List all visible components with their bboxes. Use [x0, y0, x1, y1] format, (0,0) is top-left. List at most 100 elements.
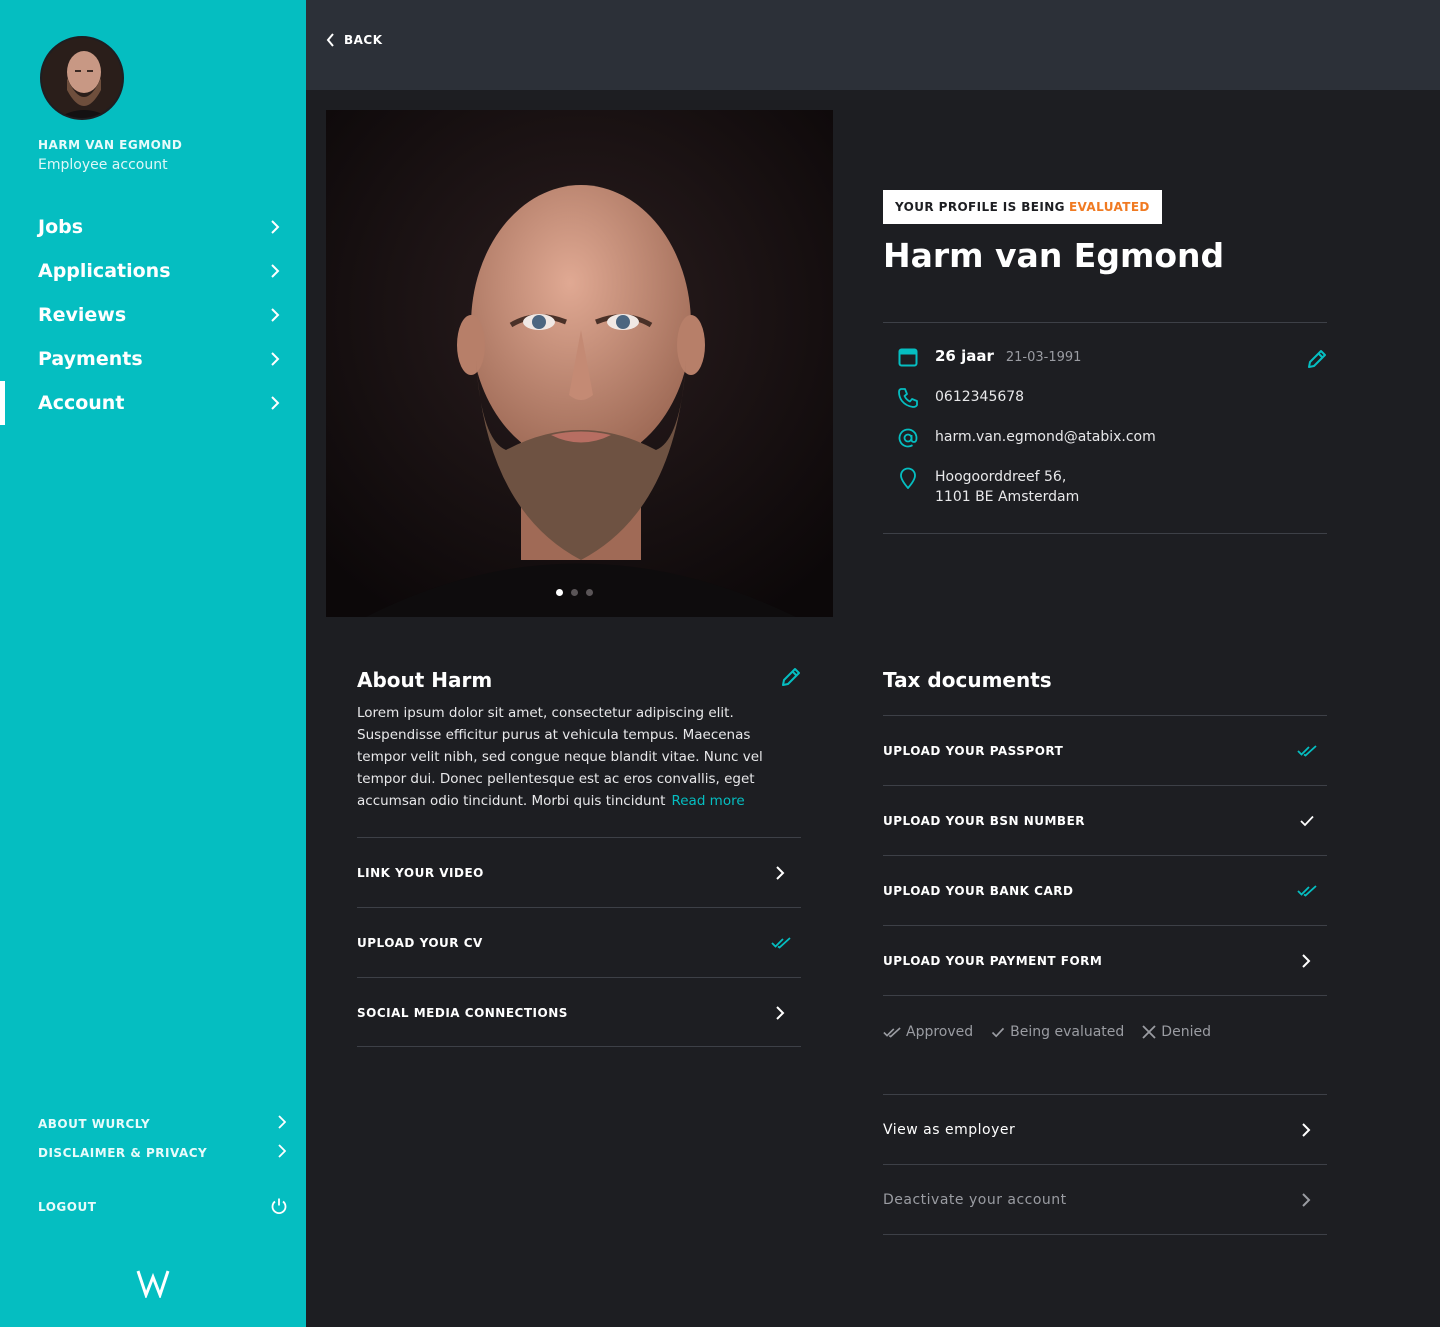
legend-evaluating-label: Being evaluated [1010, 1024, 1125, 1040]
deactivate-account-label: Deactivate your account [883, 1192, 1067, 1208]
profile-photo-carousel[interactable] [326, 110, 833, 617]
row-label: UPLOAD YOUR PAYMENT FORM [883, 954, 1103, 968]
carousel-dot[interactable] [586, 589, 593, 596]
chevron-right-icon [271, 396, 280, 410]
divider [883, 995, 1327, 996]
sidebar-item-jobs[interactable]: Jobs [0, 205, 306, 249]
sidebar: HARM VAN EGMOND Employee account Jobs Ap… [0, 0, 306, 1327]
back-button[interactable]: BACK [326, 33, 383, 47]
close-icon [1142, 1025, 1156, 1039]
chevron-right-icon [271, 264, 280, 278]
read-more-link[interactable]: Read more [671, 793, 744, 809]
chevron-left-icon [326, 33, 334, 47]
info-birthdate: 26 jaar 21-03-1991 [897, 346, 1081, 368]
about-wurcly-link[interactable]: ABOUT WURCLY [38, 1115, 286, 1131]
chevron-right-icon [271, 352, 280, 366]
upload-payment-form-row[interactable]: UPLOAD YOUR PAYMENT FORM [883, 926, 1327, 996]
chevron-right-icon [278, 1144, 286, 1158]
row-label: SOCIAL MEDIA CONNECTIONS [357, 1006, 568, 1020]
upload-bsn-row[interactable]: UPLOAD YOUR BSN NUMBER [883, 786, 1327, 856]
view-as-employer-row[interactable]: View as employer [883, 1095, 1327, 1165]
phone-icon [897, 387, 919, 409]
sidebar-item-label: Payments [38, 348, 143, 370]
tax-documents-title: Tax documents [883, 668, 1052, 692]
upload-cv-row[interactable]: UPLOAD YOUR CV [357, 908, 801, 978]
avatar-image [42, 38, 122, 118]
row-label: UPLOAD YOUR CV [357, 936, 483, 950]
divider [883, 1234, 1327, 1235]
sidebar-item-payments[interactable]: Payments [0, 337, 306, 381]
status-badge-prefix: YOUR PROFILE IS BEING [895, 200, 1065, 214]
birthdate-value: 21-03-1991 [1005, 350, 1082, 365]
sidebar-item-reviews[interactable]: Reviews [0, 293, 306, 337]
double-check-icon [1297, 745, 1317, 757]
sidebar-item-account[interactable]: Account [0, 381, 306, 425]
chevron-right-icon [271, 308, 280, 322]
deactivate-account-row[interactable]: Deactivate your account [883, 1165, 1327, 1235]
address-line1: Hoogoorddreef 56, [935, 469, 1067, 485]
carousel-dot[interactable] [571, 589, 578, 596]
sidebar-item-applications[interactable]: Applications [0, 249, 306, 293]
social-media-row[interactable]: SOCIAL MEDIA CONNECTIONS [357, 978, 801, 1048]
avatar[interactable] [40, 36, 124, 120]
chevron-right-icon [776, 1006, 785, 1020]
divider [883, 322, 1327, 323]
double-check-icon [1297, 885, 1317, 897]
at-icon [897, 427, 919, 449]
logout-label: LOGOUT [38, 1200, 97, 1214]
about-wurcly-label: ABOUT WURCLY [38, 1117, 151, 1131]
status-badge-highlight: EVALUATED [1068, 200, 1150, 214]
chevron-right-icon [1302, 1193, 1311, 1207]
power-icon [271, 1198, 287, 1215]
row-label: UPLOAD YOUR PASSPORT [883, 744, 1064, 758]
chevron-right-icon [1302, 954, 1311, 968]
age-value: 26 jaar [935, 347, 994, 365]
edit-profile-icon[interactable] [1306, 348, 1328, 370]
calendar-icon [897, 346, 919, 368]
back-label: BACK [344, 33, 383, 47]
legend-approved: Approved [883, 1024, 973, 1040]
check-icon [992, 1027, 1005, 1037]
disclaimer-privacy-label: DISCLAIMER & PRIVACY [38, 1146, 208, 1160]
row-label: UPLOAD YOUR BANK CARD [883, 884, 1074, 898]
address-line2: 1101 BE Amsterdam [935, 489, 1080, 505]
user-role: Employee account [38, 157, 168, 173]
info-email: harm.van.egmond@atabix.com [897, 427, 1156, 449]
upload-passport-row[interactable]: UPLOAD YOUR PASSPORT [883, 716, 1327, 786]
about-title: About Harm [357, 668, 493, 692]
link-video-row[interactable]: LINK YOUR VIDEO [357, 838, 801, 908]
status-legend: Approved Being evaluated Denied [883, 1024, 1229, 1040]
email-value: harm.van.egmond@atabix.com [935, 429, 1156, 445]
chevron-right-icon [278, 1115, 286, 1129]
about-text: Lorem ipsum dolor sit amet, consectetur … [357, 702, 787, 812]
logout-button[interactable]: LOGOUT [38, 1198, 287, 1215]
sidebar-nav: Jobs Applications Reviews Payments Accou… [0, 205, 306, 425]
chevron-right-icon [776, 866, 785, 880]
carousel-dots [556, 589, 593, 596]
sidebar-item-label: Applications [38, 260, 171, 282]
edit-about-icon[interactable] [780, 666, 802, 688]
double-check-icon [883, 1026, 901, 1038]
disclaimer-privacy-link[interactable]: DISCLAIMER & PRIVACY [38, 1144, 286, 1160]
legend-approved-label: Approved [906, 1024, 974, 1040]
chevron-right-icon [1302, 1123, 1311, 1137]
info-address: Hoogoorddreef 56, 1101 BE Amsterdam [897, 467, 1079, 507]
upload-bank-card-row[interactable]: UPLOAD YOUR BANK CARD [883, 856, 1327, 926]
status-badge: YOUR PROFILE IS BEING EVALUATED [883, 190, 1162, 224]
double-check-icon [771, 937, 791, 949]
phone-value: 0612345678 [935, 389, 1025, 405]
divider [883, 533, 1327, 534]
profile-name: Harm van Egmond [883, 236, 1225, 275]
legend-denied: Denied [1142, 1024, 1211, 1040]
top-bar: BACK [306, 0, 1440, 90]
chevron-right-icon [271, 220, 280, 234]
wurcly-logo-icon [136, 1270, 170, 1298]
legend-denied-label: Denied [1161, 1024, 1211, 1040]
carousel-dot[interactable] [556, 589, 563, 596]
divider [357, 1046, 801, 1047]
sidebar-item-label: Jobs [38, 216, 84, 238]
profile-photo [326, 110, 833, 617]
user-name: HARM VAN EGMOND [38, 138, 183, 152]
legend-evaluating: Being evaluated [991, 1024, 1124, 1040]
info-phone: 0612345678 [897, 387, 1024, 409]
